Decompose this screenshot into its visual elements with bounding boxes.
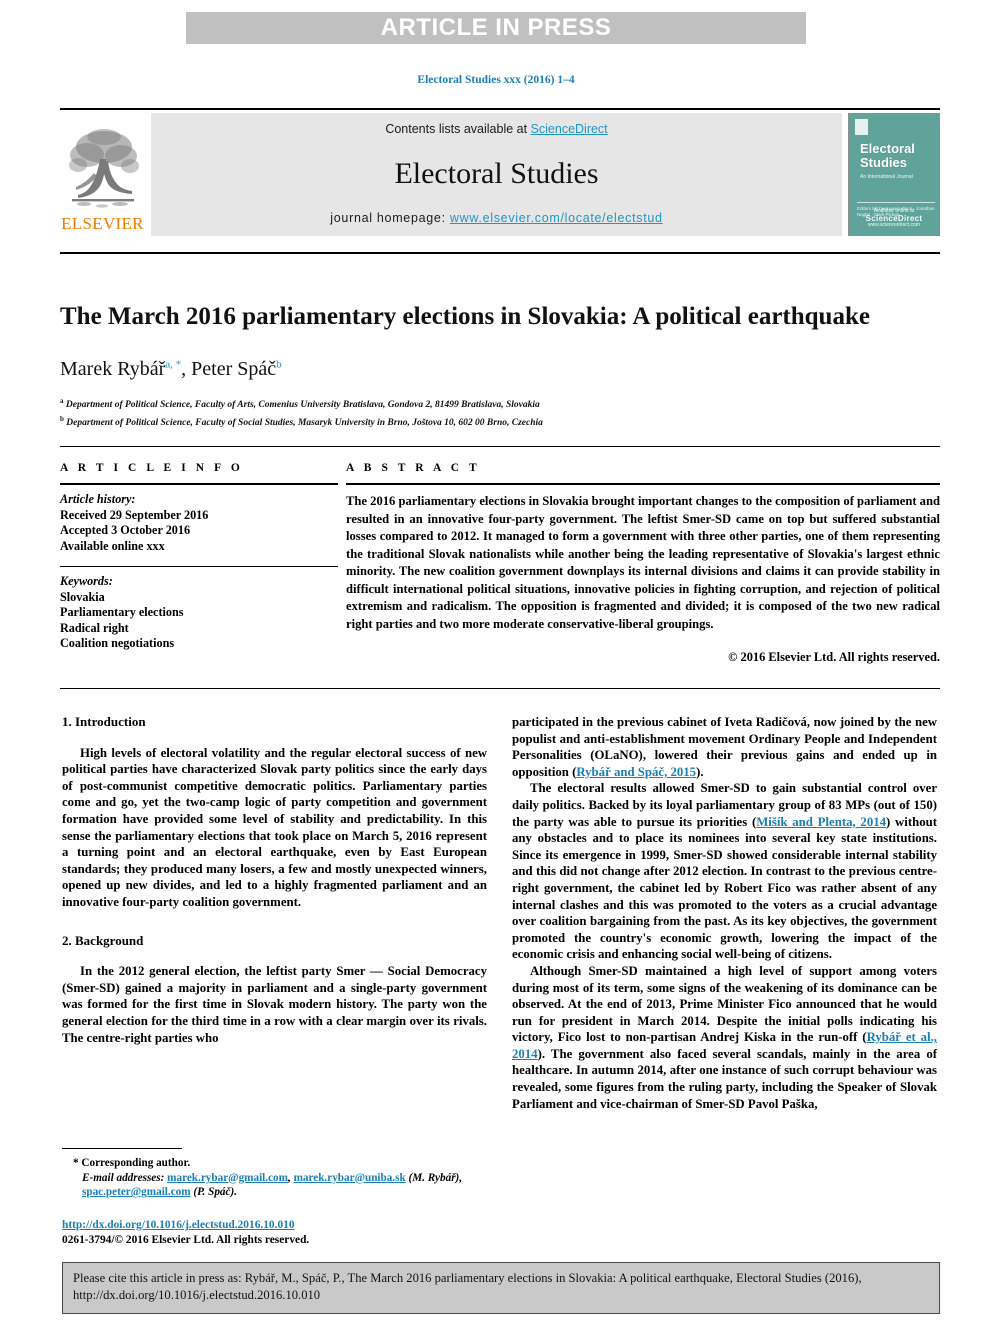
right-paragraph-2: The electoral results allowed Smer-SD to…	[512, 780, 937, 963]
right-p2-text-b: ) without any obstacles and to place its…	[512, 814, 937, 962]
affiliation-mark-b: b	[60, 414, 64, 423]
article-in-press-label: ARTICLE IN PRESS	[380, 14, 612, 41]
email-author-2: (P. Spáč).	[190, 1186, 237, 1198]
cover-publisher-sub: www.sciencedirect.com	[868, 222, 920, 228]
cover-footer: Available online at ScienceDirect www.sc…	[849, 208, 939, 229]
title-top-rule	[60, 252, 940, 254]
background-paragraph-1: In the 2012 general election, the leftis…	[62, 964, 487, 1045]
cover-publisher: ScienceDirect	[865, 214, 923, 223]
article-info-heading: A R T I C L E I N F O	[60, 462, 244, 474]
body-column-left: 1. Introduction High levels of electoral…	[62, 714, 487, 1134]
keywords-block: Keywords: Slovakia Parliamentary electio…	[60, 574, 338, 652]
article-in-press-banner: ARTICLE IN PRESS	[186, 12, 806, 44]
doi-block: http://dx.doi.org/10.1016/j.electstud.20…	[62, 1218, 492, 1248]
author-marks-1: a, *	[165, 358, 182, 371]
cover-subtitle: An International Journal	[860, 174, 913, 180]
body-top-rule	[60, 688, 940, 689]
citation-misik-plenta-2014[interactable]: Mišík and Plenta, 2014	[756, 815, 886, 829]
article-history-label: Article history:	[60, 492, 136, 506]
author-name-2: Peter Spáč	[191, 358, 277, 380]
right-paragraph-1: participated in the previous cabinet of …	[512, 714, 937, 780]
article-history-accepted: Accepted 3 October 2016	[60, 523, 191, 537]
abstract-rule	[346, 483, 940, 485]
author-name-1: Marek Rybář	[60, 358, 166, 380]
corresponding-author-note: * Corresponding author.	[73, 1157, 191, 1169]
abstract-heading: A B S T R A C T	[346, 462, 481, 474]
intro-paragraph-1: High levels of electoral volatility and …	[62, 745, 487, 909]
author-marks-2: b	[276, 358, 282, 371]
cover-divider	[857, 202, 935, 203]
email-link-2[interactable]: marek.rybar@uniba.sk	[294, 1172, 406, 1184]
email-author-1: (M. Rybář),	[405, 1171, 463, 1184]
section-heading-background: 2. Background	[62, 932, 144, 948]
issn-copyright-line: 0261-3794/© 2016 Elsevier Ltd. All right…	[62, 1234, 310, 1246]
sciencedirect-link[interactable]: ScienceDirect	[531, 122, 608, 136]
affiliation-b: b Department of Political Science, Facul…	[60, 413, 930, 431]
page-title: The March 2016 parliamentary elections i…	[60, 302, 870, 330]
keyword-item: Parliamentary elections	[60, 605, 184, 619]
footnote-block: * Corresponding author. E-mail addresses…	[62, 1148, 487, 1200]
author-separator: ,	[181, 358, 192, 380]
journal-homepage-link[interactable]: www.elsevier.com/locate/electstud	[450, 211, 663, 225]
cover-title-line2: Studies	[860, 155, 907, 170]
affiliation-text-a: Department of Political Science, Faculty…	[65, 400, 540, 411]
email-addresses-line: E-mail addresses: marek.rybar@gmail.com,…	[82, 1171, 487, 1200]
running-head: Electoral Studies xxx (2016) 1–4	[417, 74, 575, 86]
article-info-rule	[60, 483, 338, 485]
cover-title-block: Electoral Studies An International Journ…	[860, 142, 935, 194]
right-p1-text-b: ).	[696, 764, 704, 779]
keyword-item: Coalition negotiations	[60, 636, 175, 650]
elsevier-wordmark: ELSEVIER	[61, 214, 144, 233]
info-top-rule	[60, 446, 940, 447]
keywords-divider-rule	[60, 566, 338, 567]
elsevier-tree-icon	[68, 129, 139, 208]
homepage-prefix: journal homepage:	[330, 211, 450, 225]
abstract-text: The 2016 parliamentary elections in Slov…	[346, 494, 940, 631]
elsevier-logo: ELSEVIER	[60, 113, 145, 236]
abstract-column: A B S T R A C T The 2016 parliamentary e…	[346, 462, 940, 665]
affiliation-mark-a: a	[60, 397, 64, 405]
cite-this-article-box: Please cite this article in press as: Ry…	[62, 1262, 940, 1314]
article-history-block: Article history: Received 29 September 2…	[60, 492, 338, 554]
article-info-column: A R T I C L E I N F O Article history: R…	[60, 462, 338, 652]
journal-title: Electoral Studies	[394, 156, 599, 190]
author-list: Marek Rybářa, *, Peter Spáčb	[60, 358, 890, 381]
journal-cover-thumbnail[interactable]: Electoral Studies An International Journ…	[848, 113, 940, 236]
body-column-right: participated in the previous cabinet of …	[512, 714, 937, 1214]
journal-masthead: ELSEVIER Contents lists available at Sci…	[60, 108, 940, 236]
right-paragraph-3: Although Smer-SD maintained a high level…	[512, 963, 937, 1112]
cover-title-line1: Electoral	[860, 141, 915, 156]
contents-prefix: Contents lists available at	[385, 122, 531, 136]
affiliation-text-b: Department of Political Science, Faculty…	[66, 417, 543, 428]
keyword-item: Slovakia	[60, 589, 105, 604]
contents-lists-line: Contents lists available at ScienceDirec…	[385, 122, 607, 136]
citation-rybar-spac-2015[interactable]: Rybář and Spáč, 2015	[576, 765, 696, 779]
abstract-copyright: © 2016 Elsevier Ltd. All rights reserved…	[728, 650, 940, 664]
article-history-received: Received 29 September 2016	[60, 507, 209, 522]
masthead-center-panel: Contents lists available at ScienceDirec…	[151, 113, 842, 236]
email-addresses-label: E-mail addresses:	[82, 1171, 165, 1184]
email-link-1[interactable]: marek.rybar@gmail.com	[167, 1172, 288, 1184]
section-heading-introduction: 1. Introduction	[62, 714, 146, 729]
keywords-label: Keywords:	[60, 574, 113, 588]
right-p3-text-b: ). The government also faced several sca…	[512, 1046, 937, 1111]
doi-link[interactable]: http://dx.doi.org/10.1016/j.electstud.20…	[62, 1219, 295, 1231]
email-link-3[interactable]: spac.peter@gmail.com	[82, 1186, 191, 1198]
footnote-rule	[62, 1148, 182, 1149]
article-history-online: Available online xxx	[60, 538, 165, 553]
affiliation-list: a Department of Political Science, Facul…	[60, 395, 930, 430]
cover-elsevier-icon	[855, 119, 868, 135]
journal-homepage-line: journal homepage: www.elsevier.com/locat…	[330, 211, 662, 225]
affiliation-a: a Department of Political Science, Facul…	[60, 395, 930, 413]
keyword-item: Radical right	[60, 620, 129, 635]
